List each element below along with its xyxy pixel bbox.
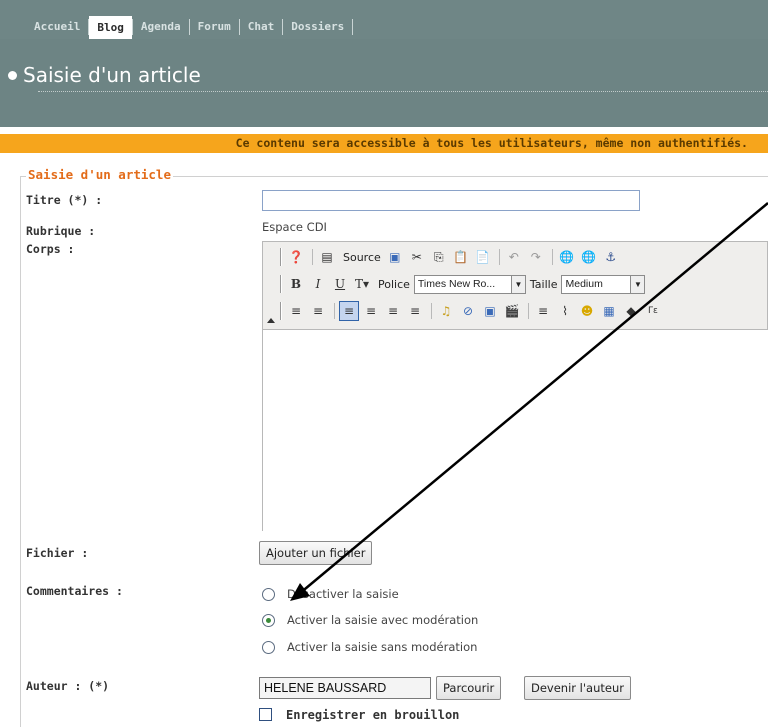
add-file-button[interactable]: Ajouter un fichier xyxy=(259,541,373,565)
bullet-icon xyxy=(8,70,17,80)
toolbar-grip xyxy=(280,302,282,320)
font-label: Police xyxy=(378,277,410,291)
comment-option-disable[interactable]: Désactiver la saisie xyxy=(262,587,399,601)
chevron-down-icon[interactable]: ▼ xyxy=(510,275,525,293)
nav-separator xyxy=(352,19,354,35)
source-icon[interactable]: ▤ xyxy=(317,247,337,267)
bullet-list-icon[interactable]: ≡ xyxy=(308,301,328,321)
font-select[interactable]: Times New Ro... ▼ xyxy=(413,274,526,294)
radio-disable[interactable] xyxy=(262,587,275,601)
chevron-down-icon[interactable]: ▼ xyxy=(630,275,645,293)
public-notice-banner: Ce contenu sera accessible à tous les ut… xyxy=(0,134,768,153)
editor-toolbar-row-3: ≡ ≡ ≡ ≡ ≡ ≡ ♫ ⊘ ▣ 🎬 ≡ ⌇ ☻ ▦ ◆ Γε xyxy=(280,299,665,323)
unlink-icon[interactable]: 🌐 xyxy=(579,247,599,267)
become-author-button[interactable]: Devenir l'auteur xyxy=(524,676,631,700)
fieldset-border-left xyxy=(20,176,21,727)
comments-label: Commentaires : xyxy=(26,584,123,598)
nav-item-chat[interactable]: Chat xyxy=(240,16,283,38)
preview-icon[interactable]: ▣ xyxy=(385,247,405,267)
text-color-icon[interactable]: T▾ xyxy=(352,274,372,294)
copy-icon[interactable]: ⎘ xyxy=(429,247,449,267)
table-icon[interactable]: ▦ xyxy=(599,301,619,321)
author-field[interactable]: HELENE BAUSSARD xyxy=(259,677,431,699)
editor-toolbar-row-1: ❓ ▤ Source ▣ ✂ ⎘ 📋 📄 ↶ ↷ 🌐 🌐 ⚓ xyxy=(280,245,623,269)
editor-toolbar-row-2: B I U T▾ Police Times New Ro... ▼ Taille… xyxy=(280,272,646,296)
nav-item-agenda[interactable]: Agenda xyxy=(133,16,189,38)
page-title-row: Saisie d'un article xyxy=(8,60,201,90)
title-input[interactable] xyxy=(262,190,640,211)
toolbar-separator xyxy=(528,303,529,319)
numbered-list-icon[interactable]: ≡ xyxy=(286,301,306,321)
corps-label: Corps : xyxy=(26,242,75,256)
browse-button[interactable]: Parcourir xyxy=(436,676,502,700)
align-left-icon[interactable]: ≡ xyxy=(339,301,359,321)
undo-icon[interactable]: ↶ xyxy=(504,247,524,267)
size-select-value: Medium xyxy=(565,278,603,290)
comment-option-label: Activer la saisie sans modération xyxy=(287,640,478,654)
cut-icon[interactable]: ✂ xyxy=(407,247,427,267)
comment-option-label: Activer la saisie avec modération xyxy=(287,613,479,627)
draft-label: Enregistrer en brouillon xyxy=(286,708,460,722)
rubrique-value: Espace CDI xyxy=(262,220,327,234)
underline-icon[interactable]: U xyxy=(330,274,350,294)
media-icon[interactable]: ♫ xyxy=(436,301,456,321)
font-select-value: Times New Ro... xyxy=(417,278,496,290)
image-icon[interactable]: ▣ xyxy=(480,301,500,321)
paste-word-icon[interactable]: 📄 xyxy=(473,247,493,267)
horizontal-rule-icon[interactable]: ⌇ xyxy=(555,301,575,321)
link-icon[interactable]: 🌐 xyxy=(557,247,577,267)
latex-icon[interactable]: Γε xyxy=(643,301,663,321)
align-center-icon[interactable]: ≡ xyxy=(361,301,381,321)
file-label: Fichier : xyxy=(26,546,89,560)
toolbar-separator xyxy=(312,249,313,265)
remove-format-icon[interactable]: ≡ xyxy=(533,301,553,321)
editor-body[interactable] xyxy=(263,329,768,531)
size-label: Taille xyxy=(529,277,558,291)
title-label: Titre (*) : xyxy=(26,193,103,207)
paste-icon[interactable]: 📋 xyxy=(451,247,471,267)
justify-icon[interactable]: ≡ xyxy=(405,301,425,321)
toolbar-grip xyxy=(280,248,282,266)
comment-option-unmoderated[interactable]: Activer la saisie sans modération xyxy=(262,640,477,654)
toolbar-separator xyxy=(334,303,335,319)
nav-item-forum[interactable]: Forum xyxy=(190,16,239,38)
nav-item-blog[interactable]: Blog xyxy=(89,15,132,39)
flash-icon[interactable]: ⊘ xyxy=(458,301,478,321)
draft-checkbox[interactable] xyxy=(259,708,272,721)
source-button[interactable]: Source xyxy=(343,251,381,264)
size-select[interactable]: Medium ▼ xyxy=(561,274,646,294)
video-icon[interactable]: 🎬 xyxy=(502,301,522,321)
radio-unmoderated[interactable] xyxy=(262,640,275,654)
bold-icon[interactable]: B xyxy=(286,274,306,294)
comment-option-label: Désactiver la saisie xyxy=(287,587,399,601)
comment-option-moderated[interactable]: Activer la saisie avec modération xyxy=(262,613,478,627)
italic-icon[interactable]: I xyxy=(308,274,328,294)
collapse-toolbar-icon[interactable] xyxy=(267,318,275,323)
smiley-icon[interactable]: ☻ xyxy=(577,301,597,321)
redo-icon[interactable]: ↷ xyxy=(526,247,546,267)
main-nav: Accueil Blog Agenda Forum Chat Dossiers xyxy=(26,15,354,39)
toolbar-separator xyxy=(551,249,553,265)
special-object-icon[interactable]: ◆ xyxy=(621,301,641,321)
nav-item-dossiers[interactable]: Dossiers xyxy=(283,16,352,38)
help-icon[interactable]: ❓ xyxy=(286,247,306,267)
nav-item-accueil[interactable]: Accueil xyxy=(26,16,88,38)
author-label: Auteur : (*) xyxy=(26,679,110,693)
toolbar-separator xyxy=(431,303,432,319)
fieldset-legend: Saisie d'un article xyxy=(26,167,173,182)
radio-moderated[interactable] xyxy=(262,613,275,627)
toolbar-separator xyxy=(498,249,500,265)
toolbar-grip xyxy=(280,275,282,293)
rubrique-label: Rubrique : xyxy=(26,224,96,238)
page-title: Saisie d'un article xyxy=(23,63,201,87)
title-divider xyxy=(38,91,768,92)
align-right-icon[interactable]: ≡ xyxy=(383,301,403,321)
rich-text-editor: ❓ ▤ Source ▣ ✂ ⎘ 📋 📄 ↶ ↷ 🌐 🌐 ⚓ B I U T▾ … xyxy=(262,241,768,531)
anchor-icon[interactable]: ⚓ xyxy=(601,247,621,267)
